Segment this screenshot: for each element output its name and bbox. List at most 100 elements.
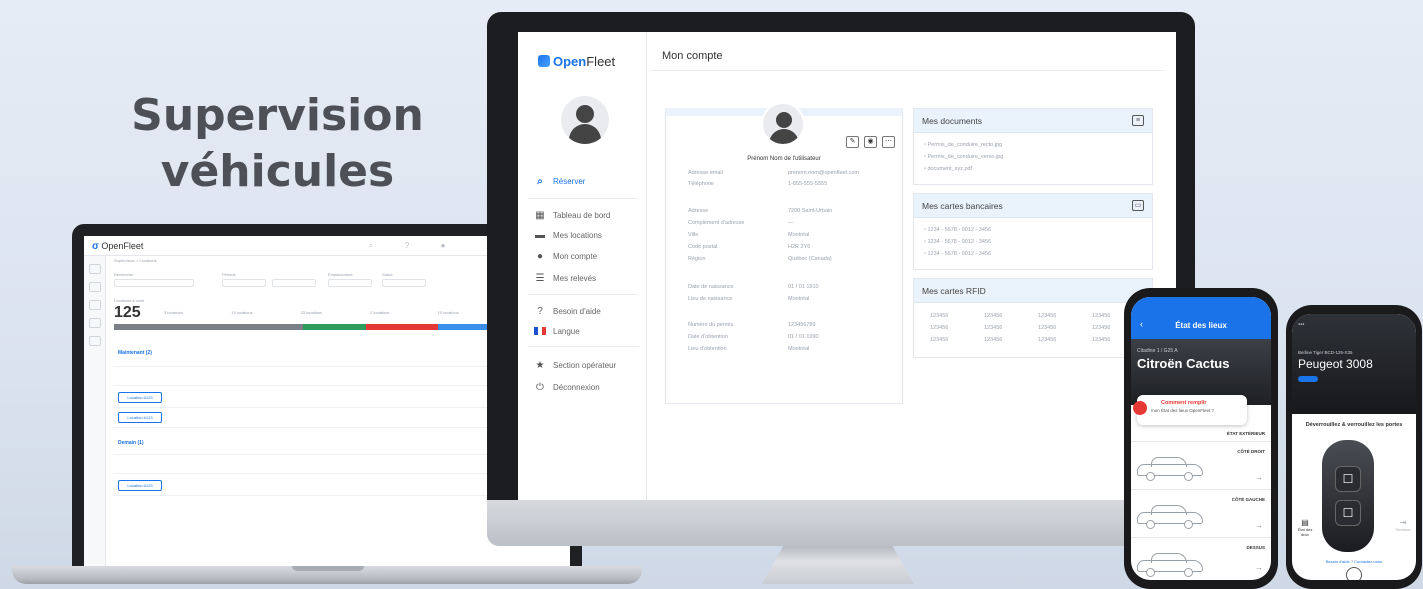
bank-card-item[interactable]: ▫ 1234 - 5678 - 9012 - 3456 [924,251,991,257]
field-value: Montréal [788,296,810,302]
bar-segment [303,324,366,330]
avatar[interactable] [561,96,609,144]
tooltip-title: Comment remplir [1161,400,1207,406]
sidebar-item-logout[interactable]: ⏻ Déconnexion [534,382,600,394]
field-label: Code postal [688,244,718,250]
bank-cards-header: Mes cartes bancaires ▭ [914,194,1152,218]
bank-card-item[interactable]: ▫ 1234 - 5678 - 9012 - 3456 [924,239,991,245]
search-icon[interactable]: ⌕ [366,241,376,251]
rfid-cell: 123456 [984,337,1003,343]
divider [528,198,638,199]
divider [650,70,1164,71]
rfid-cell: 123456 [1092,337,1111,343]
divider [1131,441,1271,442]
rental-button[interactable]: Location #123 [118,480,162,491]
sidebar-item-dashboard[interactable]: ▦ Tableau de bord [534,210,610,222]
dashboard-icon[interactable] [88,264,101,274]
rfid-cell: 123456 [1038,313,1057,319]
field-label: Lieu d'obtention [688,346,727,352]
hero-headline: Supervision véhicules [120,88,435,200]
field-value: 7200 Saint-Urbain [788,208,833,214]
help-tooltip[interactable]: Comment remplir mon État des lieux OpenF… [1133,395,1247,425]
status-bar: ●●● [1298,322,1305,326]
bell-icon[interactable]: ● [438,241,448,251]
search-input[interactable] [114,279,194,287]
car-left-side-image[interactable] [1137,503,1203,529]
field-value: 123456789 [788,322,816,328]
help-icon[interactable]: ? [402,241,412,251]
chart-icon[interactable] [88,318,101,328]
arrow-right-icon[interactable]: → [1255,563,1263,572]
phone-title: État des lieux [1175,321,1227,330]
rfid-header: Mes cartes RFID [914,279,1152,303]
phone-keyless-screen: ●●● Berline Tiger BCD-125-X35 Peugeot 30… [1292,314,1416,580]
vehicle-name: Peugeot 3008 [1298,357,1373,371]
document-item[interactable]: ▫ Permis_de_conduire_verso.jpg [924,154,1003,160]
field-value: Québec (Canada) [788,256,832,262]
rental-button[interactable]: Location #123 [118,412,162,423]
location-select[interactable] [328,279,372,287]
document-item[interactable]: ▫ Permis_de_conduire_recto.jpg [924,142,1002,148]
calendar-icon[interactable] [88,300,101,310]
sidebar-item-language[interactable]: Langue [534,326,580,338]
user-icon: ● [536,251,544,262]
count-value: 125 [114,304,141,321]
sidebar-item-reserver[interactable]: ⌕ Réserver [534,176,585,188]
camera-icon[interactable]: ◉ [864,136,877,148]
help-link[interactable]: Besoin d'aide ? Contactez-nous [1292,559,1416,564]
rfid-cell: 123456 [1038,337,1057,343]
home-button[interactable] [1346,567,1362,580]
bar-segment [114,324,303,330]
stat: 23 locations [300,310,323,315]
field-label: Adresse [688,208,709,214]
settings-icon[interactable] [88,336,101,346]
arrow-right-icon[interactable]: → [1255,473,1263,482]
date-start-input[interactable] [222,279,266,287]
credit-card-icon[interactable]: ▭ [1132,200,1144,211]
bank-card-item[interactable]: ▫ 1234 - 5678 - 9012 - 3456 [924,227,991,233]
section-right-side: CÔTÉ DROIT [1237,449,1265,454]
sidebar-item-statements[interactable]: ☰ Mes relevés [534,273,597,285]
more-icon[interactable]: ⋯ [882,136,895,148]
rental-button[interactable]: Location #123 [118,392,162,403]
filter-label-location: Emplacement [328,272,353,277]
vehicle-subtitle: Citadine 1 / G25 A [1137,348,1178,354]
lock-button[interactable]: ☐ [1335,500,1361,526]
field-value: Montréal [788,232,810,238]
laptop-logo[interactable]: σ OpenFleet [92,241,143,252]
vehicle-banner: ●●● Berline Tiger BCD-125-X35 Peugeot 30… [1292,314,1416,414]
field-value: — [788,220,794,226]
car-top-image[interactable] [1137,551,1203,577]
help-icon: ? [537,306,543,317]
sidebar-item-locations[interactable]: ▬ Mes locations [534,230,602,242]
date-end-input[interactable] [272,279,316,287]
filter-label-period: Période [222,272,236,277]
unlock-button[interactable]: ☐ [1335,466,1361,492]
status-badge [1298,376,1318,382]
divider [1131,537,1271,538]
field-label: Lieu de naissance [688,296,733,302]
app-logo[interactable]: OpenFleet [538,54,615,69]
sidebar-item-help[interactable]: ? Besoin d'aide [534,306,601,318]
divider [528,294,638,295]
rfid-cell: 123456 [1092,313,1111,319]
field-value: 01 / 01 1990 [788,334,819,340]
edit-icon[interactable]: ✎ [846,136,859,148]
sidebar-item-operator[interactable]: ★ Section opérateur [534,360,617,372]
finish-action[interactable]: ⇥ Terminer [1394,518,1412,532]
sidebar-item-account[interactable]: ● Mon compte [534,251,597,263]
document-item[interactable]: ▫ document_xyz.pdf [924,166,972,172]
bar-segment [366,324,438,330]
car-right-side-image[interactable] [1137,455,1203,481]
inspection-action[interactable]: ▤ État des lieux [1296,518,1314,537]
key-fob: ☐ ☐ [1322,440,1374,552]
power-icon: ⏻ [536,382,544,393]
document-icon[interactable]: ≡ [1132,115,1144,126]
status-select[interactable] [382,279,426,287]
field-label: Date d'obtention [688,334,728,340]
car-icon[interactable] [88,282,101,292]
bank-cards-title: Mes cartes bancaires [922,201,1003,211]
profile-avatar[interactable] [761,102,805,146]
arrow-right-icon[interactable]: → [1255,521,1263,530]
keyless-title: Déverrouillez & verrouillez les portes [1305,422,1403,428]
